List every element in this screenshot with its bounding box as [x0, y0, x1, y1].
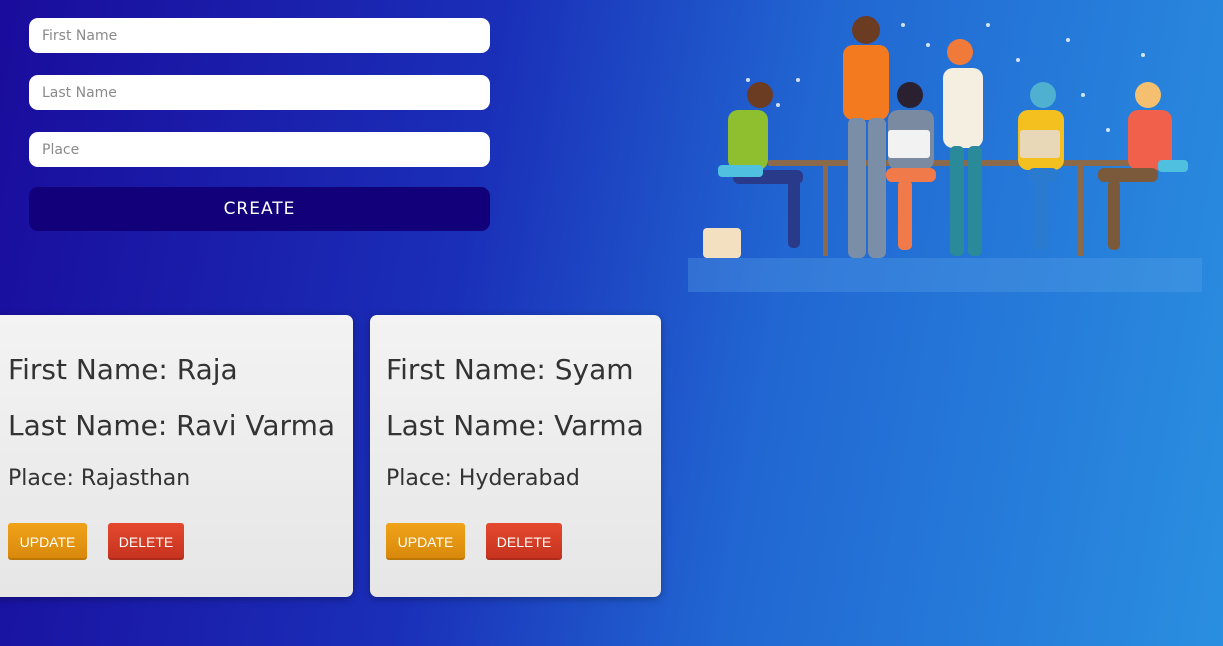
- card-place: Place: Rajasthan: [8, 466, 191, 491]
- card-last-name: Last Name: Ravi Varma: [8, 409, 336, 442]
- update-button[interactable]: UPDATE: [386, 523, 465, 560]
- delete-button[interactable]: DELETE: [108, 523, 184, 560]
- create-button[interactable]: CREATE: [29, 187, 490, 231]
- card-place: Place: Hyderabad: [386, 466, 580, 491]
- person-card: First Name: Raja Last Name: Ravi Varma P…: [0, 315, 353, 597]
- person-card: First Name: Syam Last Name: Varma Place:…: [370, 315, 661, 597]
- update-button[interactable]: UPDATE: [8, 523, 87, 560]
- card-first-name: First Name: Raja: [8, 353, 238, 386]
- first-name-input[interactable]: [29, 18, 490, 53]
- create-form: CREATE: [29, 18, 490, 231]
- team-working-illustration: [688, 16, 1202, 292]
- place-input[interactable]: [29, 132, 490, 167]
- last-name-input[interactable]: [29, 75, 490, 110]
- delete-button[interactable]: DELETE: [486, 523, 562, 560]
- card-last-name: Last Name: Varma: [386, 409, 644, 442]
- card-first-name: First Name: Syam: [386, 353, 634, 386]
